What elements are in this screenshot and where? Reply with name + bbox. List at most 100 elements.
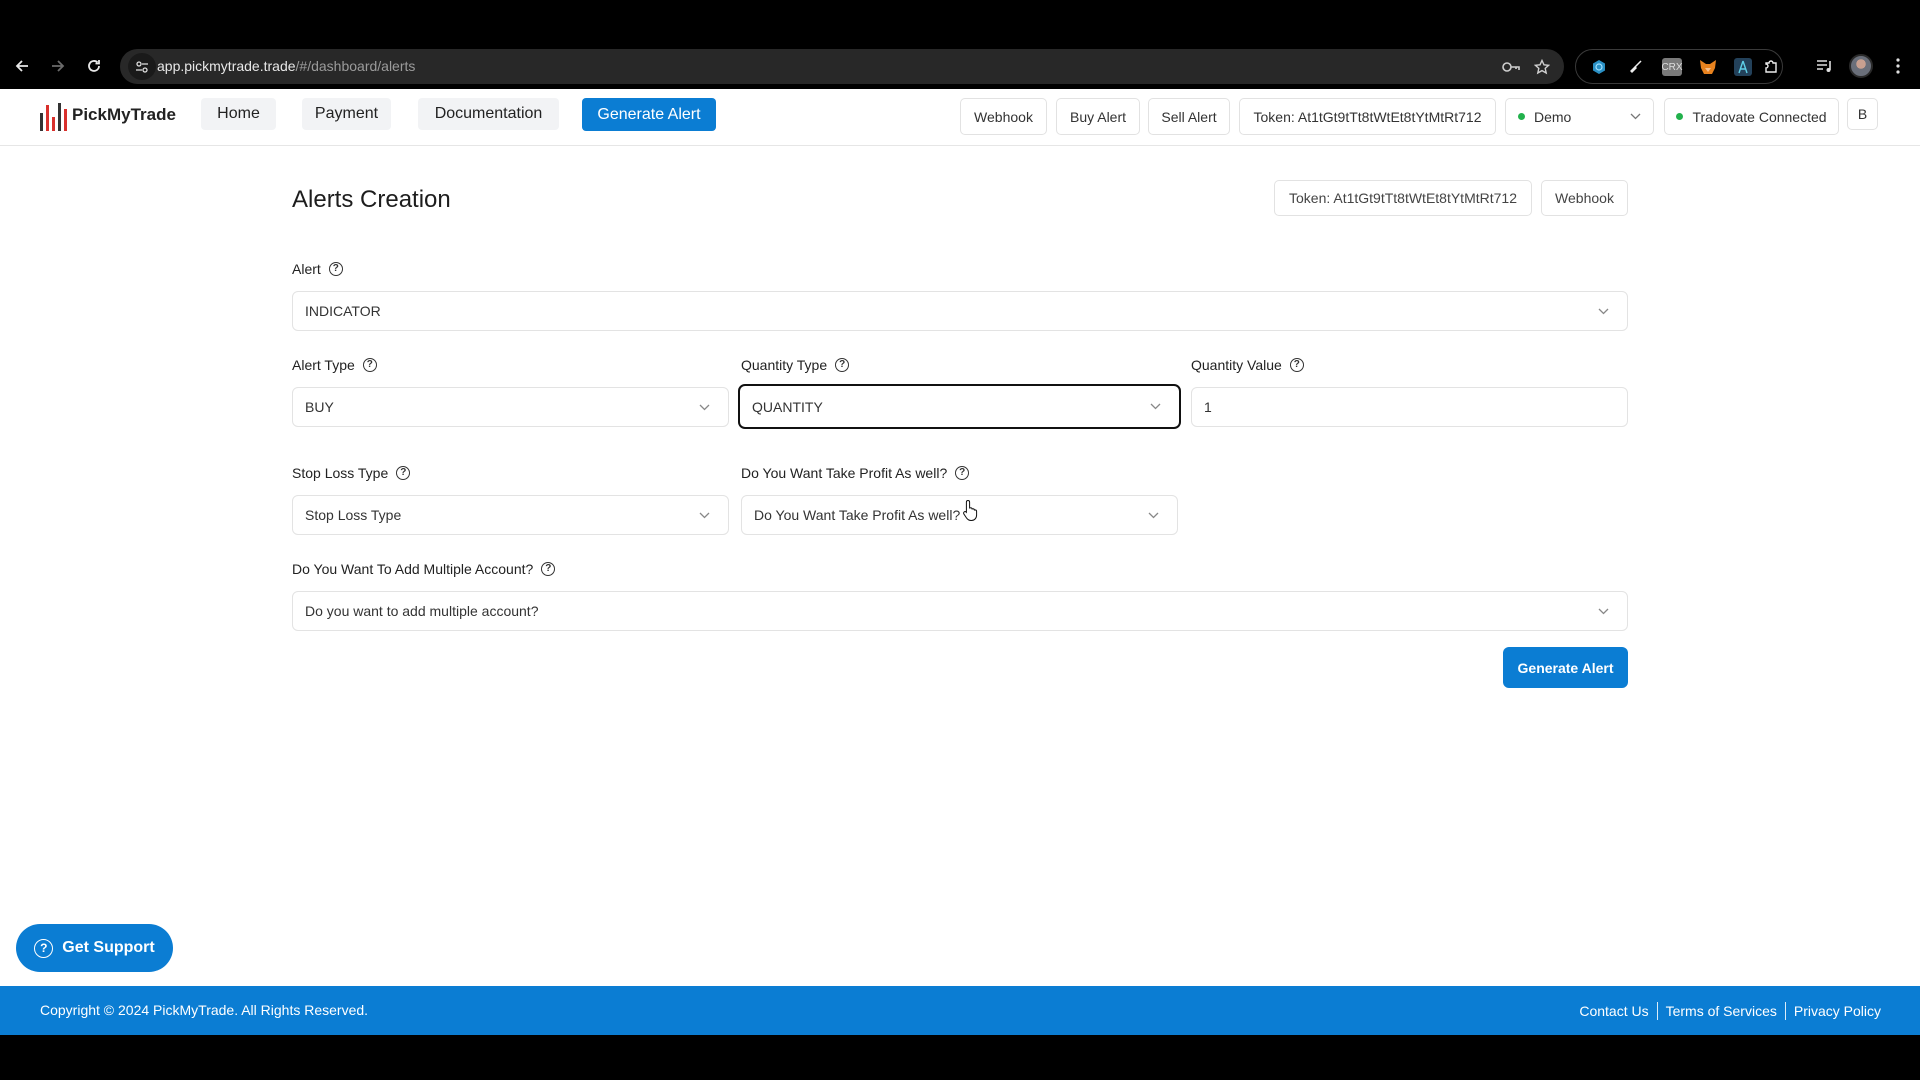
quantity-type-value: QUANTITY [752, 398, 823, 415]
help-icon[interactable]: ? [396, 466, 411, 480]
divider [1784, 1002, 1786, 1020]
quantity-value-label-text: Quantity Value [1191, 357, 1282, 373]
footer-link-terms[interactable]: Terms of Services [1666, 1003, 1777, 1019]
help-icon[interactable]: ? [1289, 358, 1304, 372]
chevron-down-icon [1589, 301, 1617, 321]
brand-logo[interactable]: PickMyTrade [40, 99, 176, 131]
multiple-account-label: Do You Want To Add Multiple Account? ? [292, 561, 556, 577]
nav-payment[interactable]: Payment [302, 98, 391, 130]
webhook-button[interactable]: Webhook [960, 98, 1047, 135]
quantity-value-label: Quantity Value ? [1191, 357, 1304, 373]
screen: app.pickmytrade.trade/#/dashboard/alerts… [0, 0, 1920, 1080]
chevron-down-icon [1629, 111, 1641, 123]
profile-avatar[interactable] [1849, 54, 1873, 78]
extensions-tray: CRX [1575, 49, 1783, 84]
take-profit-select[interactable]: Do You Want Take Profit As well? [741, 495, 1178, 535]
connected-dot-icon [1676, 113, 1684, 120]
stop-loss-type-select[interactable]: Stop Loss Type [292, 495, 729, 535]
forward-icon[interactable] [43, 53, 73, 79]
divider [1656, 1002, 1658, 1020]
multiple-account-label-text: Do You Want To Add Multiple Account? [292, 561, 534, 577]
alert-type-select[interactable]: BUY [292, 387, 729, 427]
stop-loss-type-label: Stop Loss Type ? [292, 465, 411, 481]
chevron-down-icon [690, 397, 718, 417]
help-icon[interactable]: ? [541, 562, 556, 576]
stop-loss-type-placeholder: Stop Loss Type [305, 507, 402, 523]
alert-type-value: BUY [305, 399, 334, 415]
buy-alert-button[interactable]: Buy Alert [1056, 98, 1140, 135]
multiple-account-placeholder: Do you want to add multiple account? [305, 603, 539, 619]
metamask-fox-icon[interactable] [1699, 58, 1717, 76]
crx-extension-icon[interactable]: CRX [1661, 58, 1683, 76]
quantity-value-input[interactable]: 1 [1191, 387, 1628, 427]
reload-icon[interactable] [79, 53, 109, 79]
alert-label: Alert ? [292, 261, 343, 277]
url-host: app.pickmytrade.trade [157, 58, 296, 74]
connection-status: Tradovate Connected [1664, 98, 1839, 135]
webhook-header-button[interactable]: Webhook [1541, 180, 1628, 216]
status-dot-icon [1518, 113, 1525, 120]
get-support-label: Get Support [62, 939, 155, 956]
quantity-value-text: 1 [1204, 399, 1212, 415]
footer-links: Contact Us Terms of Services Privacy Pol… [1579, 1002, 1881, 1020]
multiple-account-select[interactable]: Do you want to add multiple account? [292, 591, 1628, 631]
puzzle-extensions-icon[interactable] [1762, 58, 1780, 76]
url-path: /#/dashboard/alerts [295, 58, 416, 74]
url-text: app.pickmytrade.trade/#/dashboard/alerts [157, 58, 415, 74]
take-profit-label-text: Do You Want Take Profit As well? [741, 465, 948, 481]
alert-select[interactable]: INDICATOR [292, 291, 1628, 331]
chevron-down-icon [1141, 397, 1169, 417]
menu-kebab-icon[interactable] [1885, 53, 1911, 79]
take-profit-placeholder: Do You Want Take Profit As well? [754, 507, 961, 523]
quantity-type-label-text: Quantity Type [741, 357, 828, 373]
sell-alert-button[interactable]: Sell Alert [1148, 98, 1230, 135]
browser-chrome: app.pickmytrade.trade/#/dashboard/alerts… [0, 0, 1920, 89]
page-title: Alerts Creation [292, 186, 451, 213]
get-support-button[interactable]: ? Get Support [16, 924, 173, 972]
help-icon[interactable]: ? [835, 358, 850, 372]
chevron-down-icon [690, 505, 718, 525]
help-icon[interactable]: ? [362, 358, 377, 372]
help-icon[interactable]: ? [955, 466, 970, 480]
help-icon[interactable]: ? [328, 262, 343, 276]
stop-loss-type-label-text: Stop Loss Type [292, 465, 389, 481]
chevron-down-icon [1589, 601, 1617, 621]
chevron-down-icon [1139, 505, 1167, 525]
broom-extension-icon[interactable] [1626, 58, 1644, 76]
generate-alert-button[interactable]: Generate Alert [1503, 647, 1628, 688]
back-icon[interactable] [7, 53, 37, 79]
user-menu-button[interactable]: B [1847, 98, 1878, 130]
take-profit-label: Do You Want Take Profit As well? ? [741, 465, 970, 481]
help-circle-icon: ? [34, 938, 54, 958]
alert-type-label: Alert Type ? [292, 357, 377, 373]
web-extension-icon[interactable] [1590, 58, 1608, 76]
site-info-icon[interactable] [128, 53, 156, 80]
logo-bars-icon [40, 99, 67, 131]
alert-type-label-text: Alert Type [292, 357, 355, 373]
footer-link-contact[interactable]: Contact Us [1579, 1003, 1648, 1019]
nav-home[interactable]: Home [201, 98, 276, 130]
account-select[interactable]: Demo [1505, 98, 1654, 135]
hand-cursor-icon [963, 499, 978, 521]
nav-generate-alert[interactable]: Generate Alert [582, 98, 716, 131]
compass-extension-icon[interactable] [1734, 58, 1752, 76]
brand-name: PickMyTrade [72, 105, 176, 124]
footer: Copyright © 2024 PickMyTrade. All Rights… [0, 986, 1920, 1035]
copyright-text: Copyright © 2024 PickMyTrade. All Rights… [40, 1002, 369, 1018]
nav-documentation[interactable]: Documentation [418, 98, 559, 130]
media-queue-icon[interactable] [1812, 53, 1838, 79]
footer-link-privacy[interactable]: Privacy Policy [1794, 1003, 1881, 1019]
quantity-type-select[interactable]: QUANTITY [738, 384, 1181, 429]
token-button[interactable]: Token: At1tGt9tTt8tWtEt8tYtMtRt712 [1239, 98, 1496, 135]
quantity-type-label: Quantity Type ? [741, 357, 850, 373]
app: PickMyTrade Home Payment Documentation G… [0, 89, 1920, 1035]
bookmark-star-icon[interactable] [1531, 57, 1553, 77]
top-navbar: PickMyTrade Home Payment Documentation G… [0, 89, 1920, 146]
alert-select-value: INDICATOR [305, 303, 381, 319]
connection-status-text: Tradovate Connected [1692, 108, 1827, 125]
account-select-value: Demo [1534, 108, 1572, 125]
address-bar[interactable]: app.pickmytrade.trade/#/dashboard/alerts [120, 49, 1564, 84]
password-key-icon[interactable] [1500, 57, 1522, 77]
token-header-button[interactable]: Token: At1tGt9tTt8tWtEt8tYtMtRt712 [1274, 180, 1532, 216]
alert-label-text: Alert [292, 261, 321, 277]
